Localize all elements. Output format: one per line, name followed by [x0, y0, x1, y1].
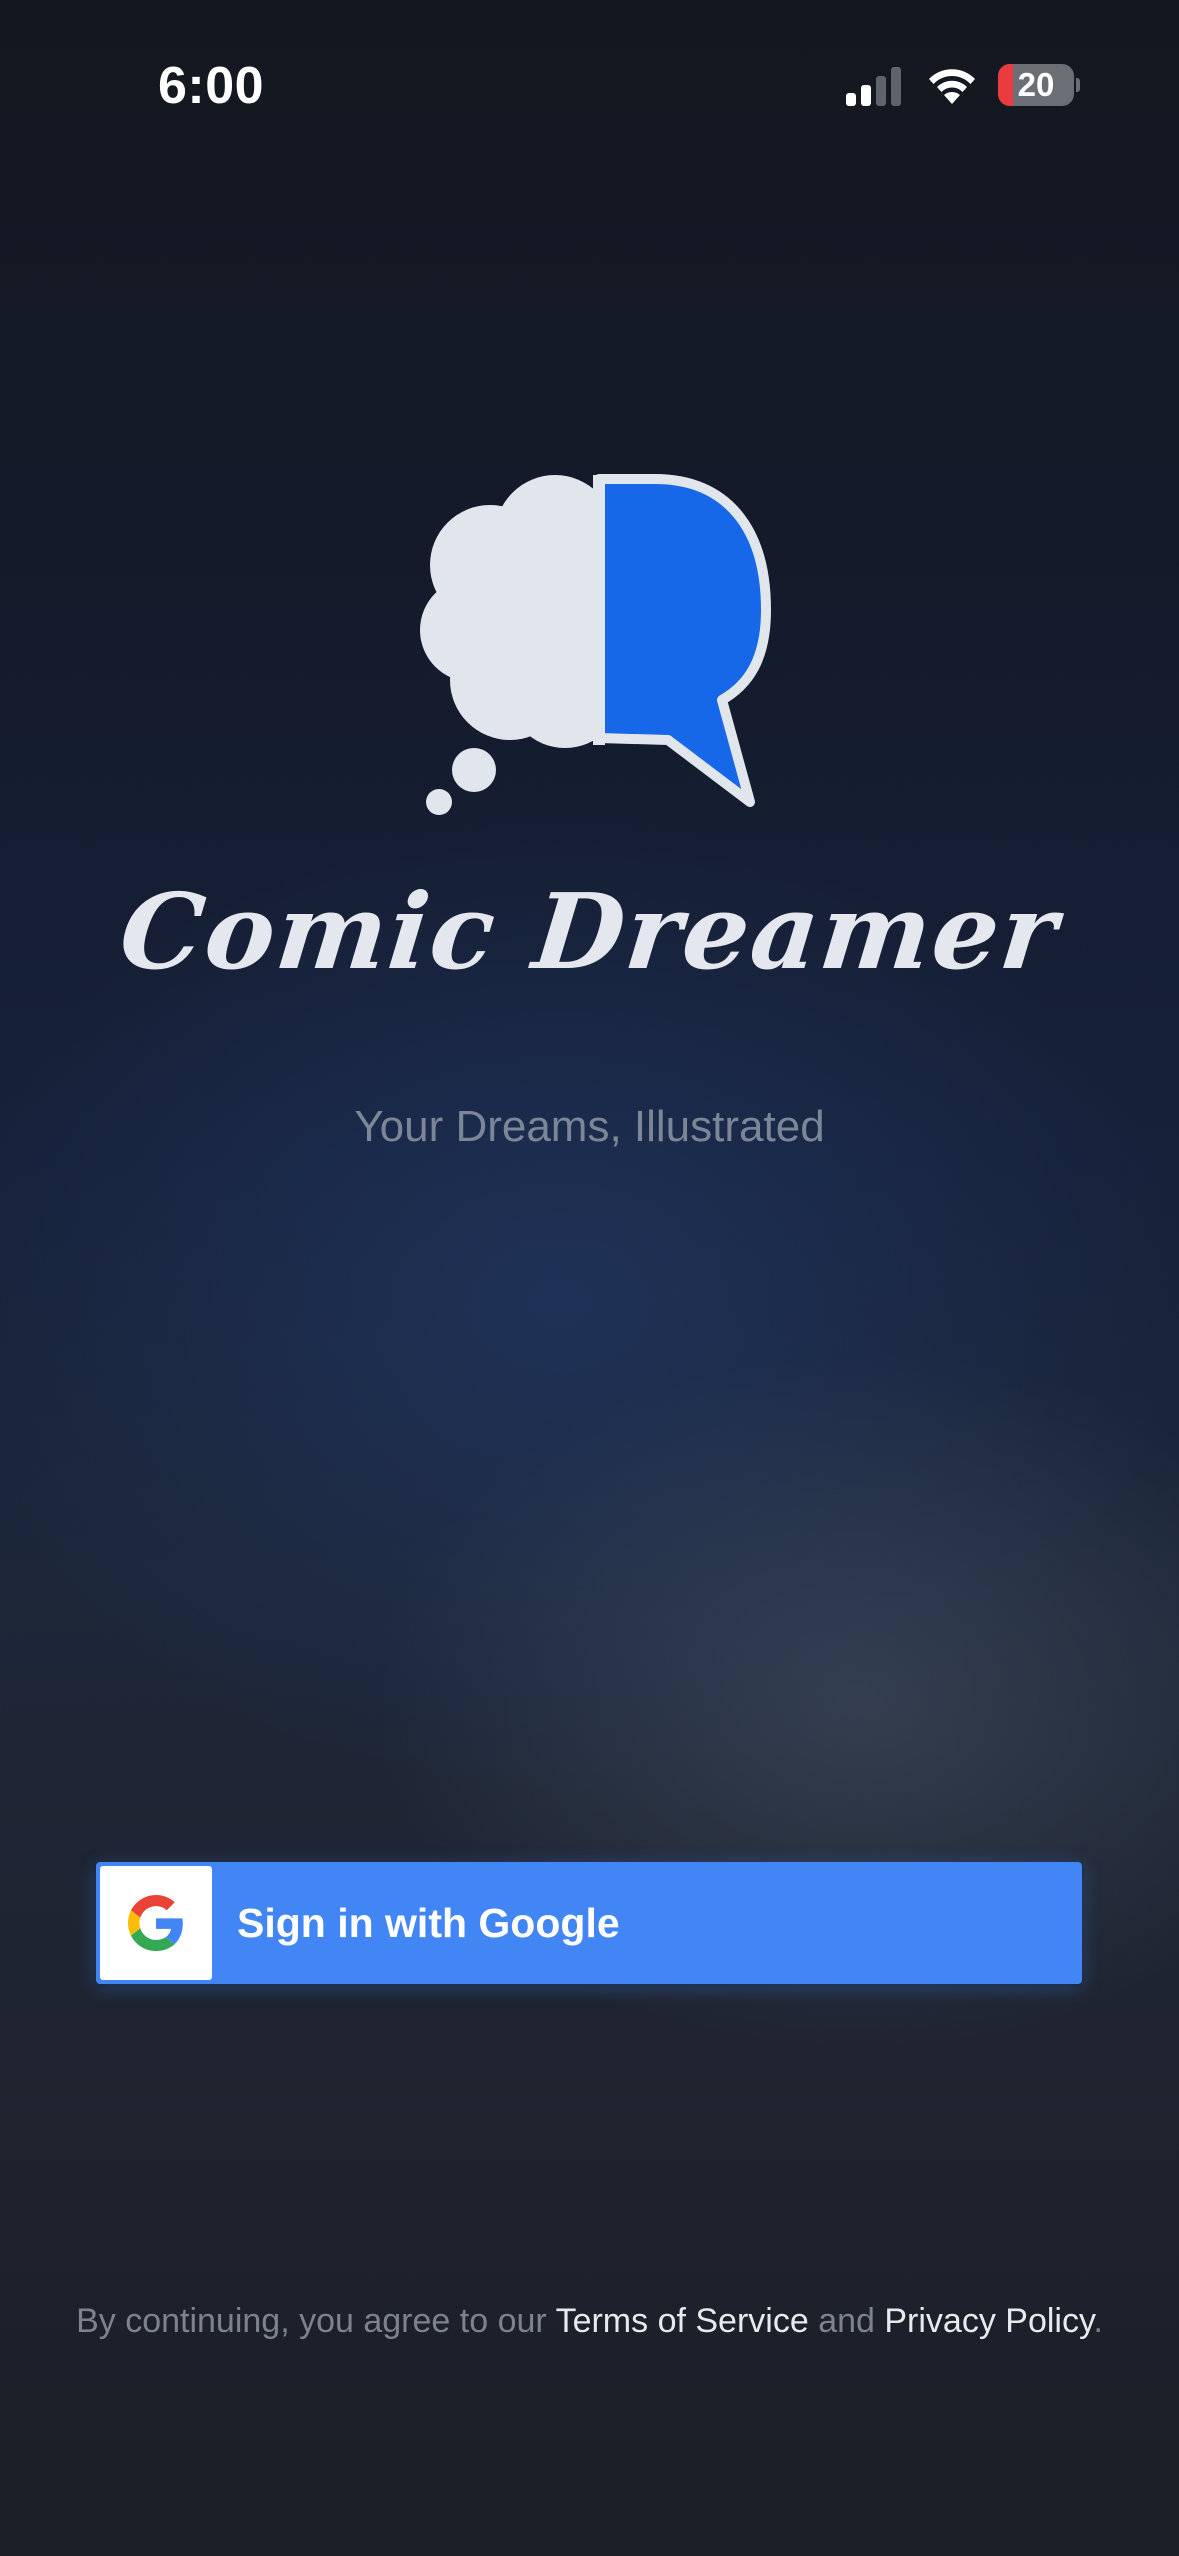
battery-cap: [1076, 78, 1080, 92]
google-sign-in-label: Sign in with Google: [237, 1900, 620, 1946]
google-g-icon: [128, 1895, 183, 1951]
status-bar: 6:00 20: [0, 0, 1179, 140]
thought-dot-small: [426, 789, 452, 815]
speech-bubble-shape: [594, 474, 771, 807]
battery-body: 20: [998, 64, 1074, 106]
privacy-policy-link[interactable]: Privacy Policy: [884, 2302, 1093, 2340]
google-sign-in-button[interactable]: Sign in with Google: [96, 1862, 1082, 1984]
signal-icon: [846, 67, 901, 106]
legal-middle: and: [808, 2302, 885, 2340]
battery-icon: 20: [998, 64, 1080, 106]
thought-speech-bubble-icon: [420, 474, 771, 815]
tagline: Your Dreams, Illustrated: [354, 1102, 825, 1151]
app-title: Comic Dreamer: [114, 870, 1065, 993]
google-logo-box: [100, 1866, 212, 1980]
battery-level: 20: [1017, 66, 1055, 103]
terms-of-service-link[interactable]: Terms of Service: [556, 2302, 809, 2340]
legal-notice: By continuing, you agree to our Terms of…: [0, 2302, 1179, 2341]
legal-suffix: .: [1093, 2302, 1103, 2340]
thought-dot-large: [452, 748, 496, 792]
thought-cloud-shape: [420, 475, 599, 748]
status-time: 6:00: [158, 57, 265, 115]
legal-prefix: By continuing, you agree to our: [76, 2302, 556, 2340]
wifi-icon: [929, 69, 975, 104]
